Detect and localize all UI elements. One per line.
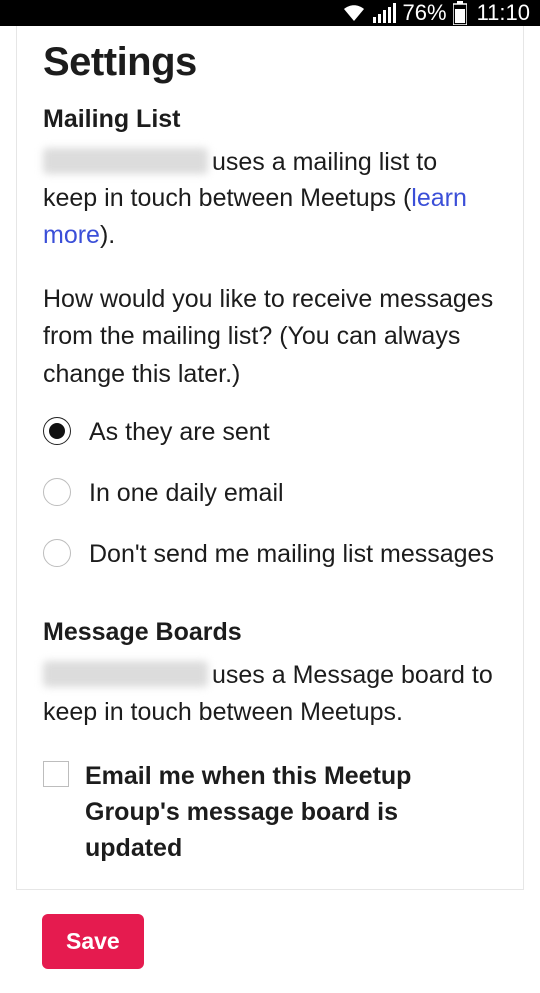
signal-icon <box>373 3 397 23</box>
footer: Save <box>16 890 524 993</box>
checkbox-label: Email me when this Meetup Group's messag… <box>85 758 497 867</box>
message-boards-description: uses a Message board to keep in touch be… <box>43 657 497 730</box>
mailing-list-question: How would you like to receive messages f… <box>43 281 497 394</box>
radio-icon <box>43 478 71 506</box>
mailing-list-options: As they are sent In one daily email Don'… <box>43 415 497 572</box>
clock: 11:10 <box>477 0 530 26</box>
radio-daily-email[interactable]: In one daily email <box>43 476 497 511</box>
status-bar: 76% 11:10 <box>0 0 540 26</box>
page: Settings Mailing List uses a mailing lis… <box>0 26 540 993</box>
battery-icon <box>453 1 467 25</box>
radio-label: Don't send me mailing list messages <box>89 537 494 572</box>
radio-label: As they are sent <box>89 415 270 450</box>
mailing-list-description: uses a mailing list to keep in touch bet… <box>43 144 497 253</box>
radio-as-sent[interactable]: As they are sent <box>43 415 497 450</box>
mailing-list-heading: Mailing List <box>43 105 497 134</box>
radio-dont-send[interactable]: Don't send me mailing list messages <box>43 537 497 572</box>
radio-icon <box>43 539 71 567</box>
radio-label: In one daily email <box>89 476 284 511</box>
save-button[interactable]: Save <box>42 914 144 969</box>
redacted-group-name <box>43 661 208 687</box>
settings-card: Settings Mailing List uses a mailing lis… <box>16 26 524 890</box>
wifi-icon <box>341 3 367 23</box>
radio-icon <box>43 417 71 445</box>
email-on-board-update[interactable]: Email me when this Meetup Group's messag… <box>43 758 497 867</box>
checkbox-icon <box>43 761 69 787</box>
redacted-group-name <box>43 148 208 174</box>
page-title: Settings <box>43 40 497 85</box>
battery-percent: 76% <box>403 0 447 26</box>
message-boards-heading: Message Boards <box>43 618 497 647</box>
